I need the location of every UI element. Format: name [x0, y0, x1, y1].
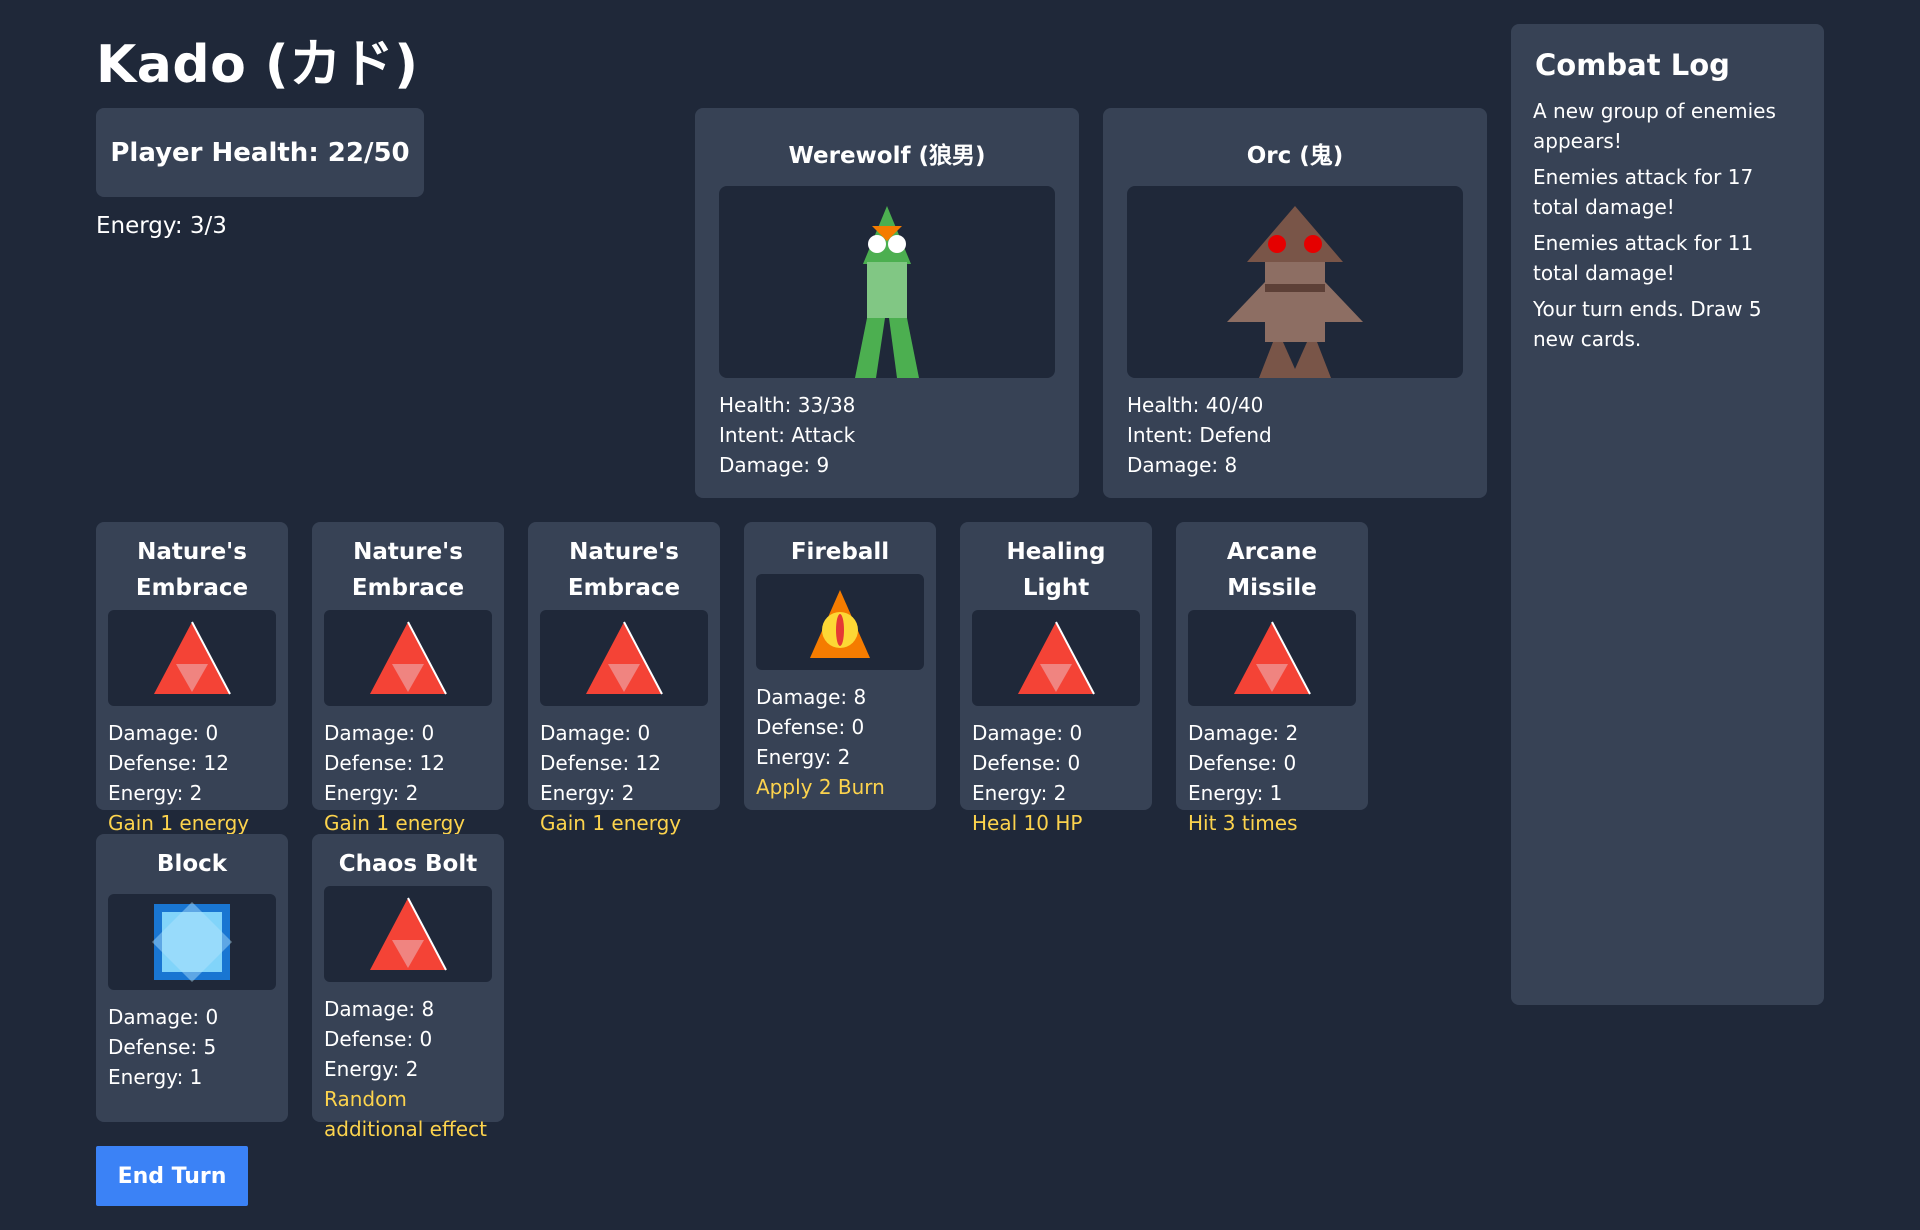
red-triangle-icon: [1188, 610, 1356, 706]
player-energy-label: Energy: 3/3: [96, 213, 227, 239]
card-effect: Random additional effect: [324, 1087, 487, 1141]
card-natures-embrace[interactable]: Nature's Embrace Damage: 0 Defense: 12 E…: [312, 522, 504, 835]
card-damage: Damage: 0: [972, 721, 1083, 745]
card-damage: Damage: 8: [756, 685, 867, 709]
card-damage: Damage: 8: [324, 997, 435, 1021]
orc-sprite: [1127, 186, 1463, 378]
log-entry: A new group of enemies appears!: [1533, 99, 1776, 153]
card-energy-cost: Energy: 2: [972, 781, 1067, 805]
card-name: Arcane Missile: [1226, 539, 1318, 601]
card-energy-cost: Energy: 1: [108, 1065, 203, 1089]
enemy-card-werewolf[interactable]: Werewolf (狼男) Health: 33/38 Intent: Atta…: [695, 108, 1079, 498]
card-effect: Hit 3 times: [1188, 811, 1298, 835]
enemy-damage: Damage: 9: [719, 453, 830, 477]
red-triangle-icon: [324, 610, 492, 706]
card-damage: Damage: 2: [1188, 721, 1299, 745]
enemy-intent: Intent: Attack: [719, 423, 856, 447]
card-damage: Damage: 0: [540, 721, 651, 745]
enemy-card-orc[interactable]: Orc (鬼) Health: 40/40 Intent: Defend Dam…: [1103, 108, 1487, 498]
red-triangle-icon: [540, 610, 708, 706]
card-energy-cost: Energy: 2: [324, 781, 419, 805]
card-natures-embrace[interactable]: Nature's Embrace Damage: 0 Defense: 12 E…: [96, 522, 288, 835]
card-energy-cost: Energy: 1: [1188, 781, 1283, 805]
card-effect: Gain 1 energy: [540, 811, 682, 835]
card-healing-light[interactable]: Healing Light Damage: 0 Defense: 0 Energ…: [960, 522, 1152, 835]
card-energy-cost: Energy: 2: [756, 745, 851, 769]
card-natures-embrace[interactable]: Nature's Embrace Damage: 0 Defense: 12 E…: [528, 522, 720, 835]
card-chaos-bolt[interactable]: Chaos Bolt Damage: 8 Defense: 0 Energy: …: [312, 834, 504, 1141]
card-energy-cost: Energy: 2: [108, 781, 203, 805]
card-name: Nature's Embrace: [135, 539, 249, 601]
card-energy-cost: Energy: 2: [324, 1057, 419, 1081]
card-name: Nature's Embrace: [351, 539, 465, 601]
card-damage: Damage: 0: [108, 1005, 219, 1029]
card-fireball[interactable]: Fireball Damage: 8 Defense: 0 Energy: 2 …: [744, 522, 936, 810]
card-name: Fireball: [790, 539, 890, 565]
log-entry: Enemies attack for 17 total damage!: [1533, 165, 1754, 219]
enemy-intent: Intent: Defend: [1127, 423, 1272, 447]
red-triangle-icon: [324, 886, 492, 982]
log-entry: Enemies attack for 11 total damage!: [1533, 231, 1754, 285]
card-energy-cost: Energy: 2: [540, 781, 635, 805]
card-defense: Defense: 0: [972, 751, 1081, 775]
card-name: Nature's Embrace: [567, 539, 681, 601]
game-title: Kado (カド): [96, 35, 419, 95]
card-defense: Defense: 0: [324, 1027, 433, 1051]
card-defense: Defense: 0: [756, 715, 865, 739]
card-defense: Defense: 5: [108, 1035, 217, 1059]
card-arcane-missile[interactable]: Arcane Missile Damage: 2 Defense: 0 Ener…: [1176, 522, 1368, 835]
card-block[interactable]: Block Damage: 0 Defense: 5 Energy: 1: [96, 834, 288, 1122]
card-effect: Apply 2 Burn: [756, 775, 885, 799]
card-name: Healing Light: [1006, 539, 1106, 601]
enemy-name: Orc (鬼): [1246, 143, 1344, 169]
player-health-panel: Player Health: 22/50: [96, 108, 424, 197]
enemy-damage: Damage: 8: [1127, 453, 1238, 477]
red-triangle-icon: [108, 610, 276, 706]
red-triangle-icon: [972, 610, 1140, 706]
combat-log-panel: Combat Log A new group of enemies appear…: [1511, 24, 1824, 1005]
card-effect: Heal 10 HP: [972, 811, 1083, 835]
card-name: Block: [156, 851, 228, 877]
card-name: Chaos Bolt: [338, 851, 478, 877]
card-defense: Defense: 12: [108, 751, 229, 775]
fireball-icon: [756, 574, 924, 670]
enemy-health: Health: 40/40: [1127, 393, 1264, 417]
card-defense: Defense: 0: [1188, 751, 1297, 775]
player-health-label: Player Health: 22/50: [110, 137, 410, 168]
combat-log-title: Combat Log: [1535, 48, 1730, 82]
card-defense: Defense: 12: [540, 751, 661, 775]
card-damage: Damage: 0: [324, 721, 435, 745]
werewolf-sprite: [719, 186, 1055, 378]
log-entry: Your turn ends. Draw 5 new cards.: [1533, 297, 1762, 351]
card-defense: Defense: 12: [324, 751, 445, 775]
enemy-name: Werewolf (狼男): [788, 143, 986, 169]
card-damage: Damage: 0: [108, 721, 219, 745]
end-turn-button[interactable]: End Turn: [96, 1146, 248, 1206]
shield-block-icon: [108, 894, 276, 990]
enemy-health: Health: 33/38: [719, 393, 856, 417]
